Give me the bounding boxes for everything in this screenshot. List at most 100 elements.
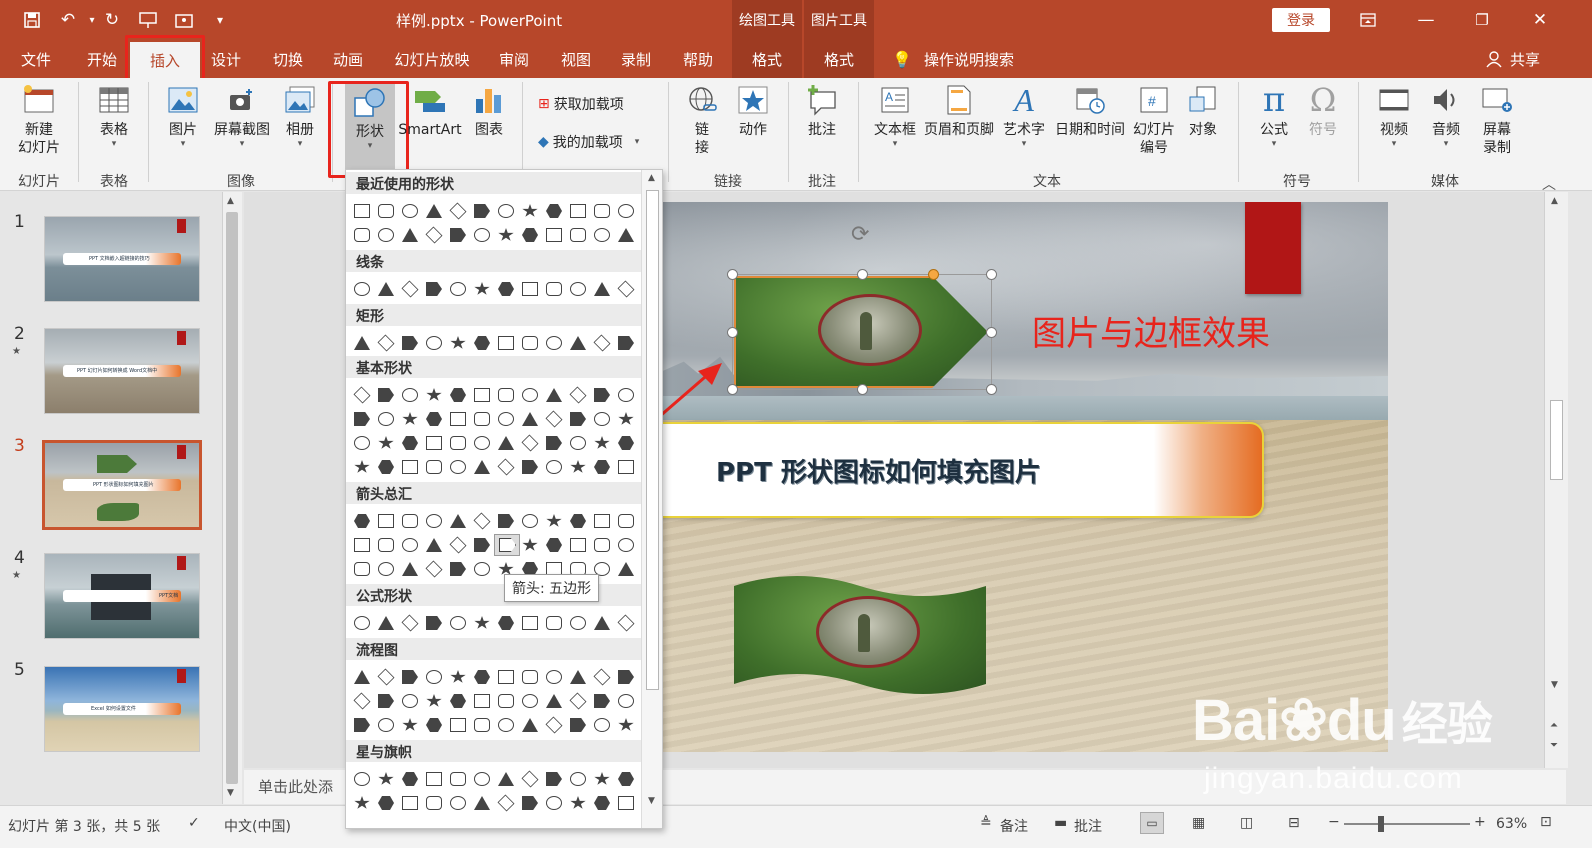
shape-gallery-item[interactable] [354, 772, 370, 786]
shape-gallery-item[interactable] [545, 716, 563, 734]
shape-gallery-item[interactable] [450, 772, 466, 786]
shape-gallery-item[interactable] [474, 336, 490, 350]
scroll-up-icon[interactable]: ▲ [227, 196, 234, 206]
shape-gallery-item[interactable] [618, 796, 634, 810]
new-slide-button[interactable]: 新建 幻灯片 [8, 82, 70, 157]
shape-gallery-item[interactable] [354, 796, 370, 809]
shape-gallery-item[interactable] [546, 460, 562, 474]
shape-gallery-item[interactable] [426, 436, 442, 450]
shape-gallery-item[interactable] [593, 668, 611, 686]
slide-thumbnail-5[interactable]: Excel 如何设置文件 [44, 666, 200, 752]
zoom-in-icon[interactable]: + [1474, 814, 1486, 830]
customize-qat-icon[interactable]: ▾ [208, 9, 232, 31]
shape-gallery-item[interactable] [402, 694, 418, 708]
share-button[interactable]: 共享 [1510, 49, 1540, 70]
shape-gallery-item[interactable] [594, 388, 610, 402]
tab-view[interactable]: 视图 [554, 40, 598, 78]
resize-handle[interactable] [727, 327, 738, 338]
shape-gallery-item[interactable] [402, 772, 418, 786]
shape-gallery-item[interactable] [545, 410, 563, 428]
minimize-icon[interactable]: — [1414, 9, 1438, 31]
tab-drawing-format[interactable]: 格式 [732, 40, 802, 78]
resize-handle[interactable] [986, 384, 997, 395]
shape-gallery-item[interactable] [378, 538, 394, 552]
shape-gallery-item[interactable] [546, 796, 562, 810]
audio-button[interactable]: 音频 ▾ [1420, 82, 1472, 149]
shape-gallery-item[interactable] [402, 336, 418, 350]
shape-gallery-item[interactable] [378, 388, 394, 402]
shape-gallery-item[interactable] [426, 460, 442, 474]
shape-gallery-item[interactable] [474, 538, 490, 552]
shape-gallery-item[interactable] [377, 334, 395, 352]
screen-record-button[interactable]: 屏幕 录制 [1472, 82, 1522, 157]
slide-canvas[interactable]: ⟳ 图片与边框效果 PPT 形状图标如何填充图片 [662, 202, 1388, 752]
fit-to-window-icon[interactable]: ⊡ [1540, 814, 1552, 830]
slide-thumbnail-1[interactable]: PPT 文档嵌入超链接的技巧 [44, 216, 200, 302]
shape-gallery-item[interactable] [354, 228, 370, 242]
tab-file[interactable]: 文件 [14, 40, 58, 78]
scroll-down-icon[interactable]: ▼ [1551, 680, 1558, 690]
shape-gallery-item[interactable] [426, 670, 442, 684]
rotate-handle-icon[interactable]: ⟳ [851, 222, 869, 247]
tell-me-search[interactable]: 操作说明搜索 [924, 49, 1014, 70]
shape-gallery-item[interactable] [474, 562, 490, 576]
shape-gallery-item[interactable] [522, 282, 538, 296]
shape-gallery-item[interactable] [450, 718, 466, 732]
shape-gallery-item[interactable] [354, 562, 370, 576]
shape-gallery-item[interactable] [498, 436, 514, 450]
shape-gallery-item[interactable] [402, 412, 418, 425]
shape-gallery-item[interactable] [618, 694, 634, 708]
shape-gallery-item[interactable] [570, 718, 586, 732]
slide-thumbnail-2[interactable]: PPT 幻灯片如何转换成 Word文档中 [44, 328, 200, 414]
shape-gallery-item[interactable] [474, 282, 490, 295]
shape-gallery-item[interactable] [594, 412, 610, 426]
shape-gallery-item[interactable] [498, 514, 514, 528]
shape-gallery-item[interactable] [522, 336, 538, 350]
shape-gallery-item[interactable] [522, 670, 538, 684]
tab-picture-format[interactable]: 格式 [804, 40, 874, 78]
shape-gallery-item[interactable] [522, 718, 538, 732]
wordart-button[interactable]: A 艺术字 ▾ [998, 82, 1050, 149]
shape-gallery-item[interactable] [378, 718, 394, 732]
scroll-up-icon[interactable]: ▲ [1551, 196, 1558, 206]
shape-gallery-item[interactable] [498, 412, 514, 426]
shape-gallery-item[interactable] [594, 436, 610, 449]
screenshot-button[interactable]: 屏幕截图 ▾ [208, 82, 276, 149]
shape-gallery-item[interactable] [498, 282, 514, 296]
shape-gallery-item[interactable] [594, 204, 610, 218]
shape-gallery-item[interactable] [546, 228, 562, 242]
shape-gallery-item[interactable] [450, 228, 466, 242]
scroll-down-icon[interactable]: ▼ [648, 796, 655, 806]
shape-gallery-item[interactable] [378, 204, 394, 218]
shape-gallery-item[interactable] [594, 460, 610, 474]
smartart-button[interactable]: SmartArt [398, 82, 462, 139]
shape-gallery-item[interactable] [570, 204, 586, 218]
shape-gallery-item[interactable] [474, 460, 490, 474]
shape-gallery-item[interactable] [618, 460, 634, 474]
restore-icon[interactable]: ❐ [1470, 9, 1494, 31]
shapes-gallery-scroll-thumb[interactable] [646, 190, 659, 690]
shape-gallery-item[interactable] [353, 692, 371, 710]
object-button[interactable]: 对象 [1180, 82, 1226, 139]
language-status[interactable]: 中文(中国) [224, 816, 291, 836]
shape-gallery-item[interactable] [570, 282, 586, 296]
shape-gallery-item[interactable] [449, 536, 467, 554]
shape-gallery-item[interactable] [378, 796, 394, 810]
shape-gallery-item[interactable] [402, 228, 418, 242]
undo-icon[interactable]: ↶ [56, 9, 80, 31]
shape-gallery-item[interactable] [450, 796, 466, 810]
shape-gallery-item[interactable] [570, 228, 586, 242]
shape-gallery-item[interactable] [354, 436, 370, 450]
shape-gallery-item[interactable] [426, 796, 442, 810]
shape-gallery-item[interactable] [570, 796, 586, 809]
shape-gallery-item[interactable] [425, 560, 443, 578]
shape-gallery-item[interactable] [618, 204, 634, 218]
shape-gallery-item[interactable] [474, 718, 490, 732]
shapes-gallery-scrollbar[interactable]: ▲ ▼ [641, 170, 662, 828]
zoom-slider-thumb[interactable] [1378, 816, 1384, 832]
shape-gallery-item[interactable] [522, 388, 538, 402]
shape-gallery-item[interactable] [474, 436, 490, 450]
shape-gallery-item[interactable] [354, 282, 370, 296]
shape-gallery-item[interactable] [521, 770, 539, 788]
shape-gallery-item[interactable] [570, 538, 586, 552]
